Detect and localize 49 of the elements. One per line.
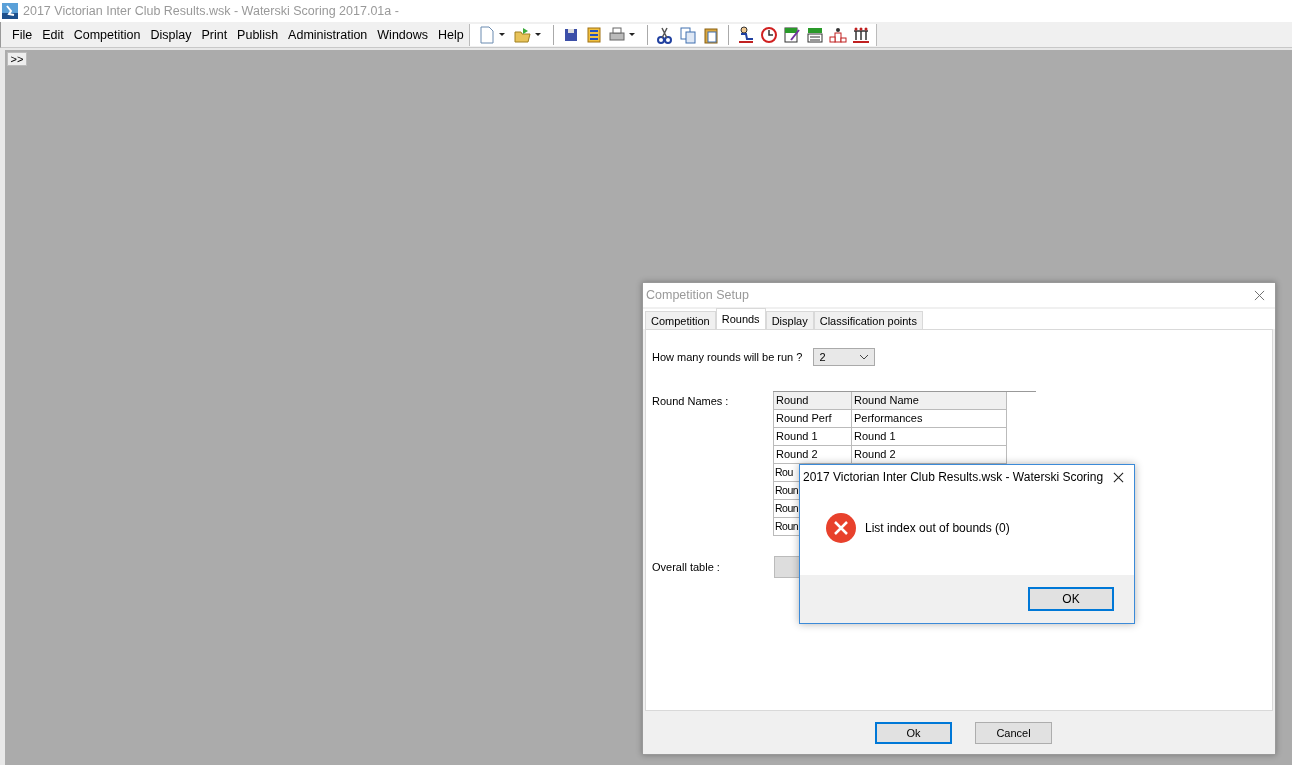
menu-item[interactable]: Edit — [37, 27, 69, 42]
tab[interactable]: Classification points — [813, 311, 923, 329]
podium-icon[interactable] — [828, 25, 847, 44]
table-cell: Roun — [775, 502, 799, 514]
table-cell: Round 2 — [852, 446, 1007, 463]
table-cell: Round Perf — [774, 410, 852, 427]
list-icon[interactable] — [584, 25, 603, 44]
menu-item[interactable]: Administration — [283, 27, 373, 42]
window-title: 2017 Victorian Inter Club Results.wsk - Waterski Scoring 2017.01a - — [23, 4, 399, 18]
menu-item[interactable]: Publish — [232, 27, 284, 42]
dialog-title: Competition Setup — [646, 288, 749, 302]
toggle-button[interactable]: >> — [7, 52, 27, 66]
close-icon[interactable] — [1113, 471, 1124, 483]
table-cell: Performances — [852, 410, 1007, 427]
menu-item[interactable]: Windows — [372, 27, 434, 42]
table-cell: Roun — [775, 484, 799, 496]
ok-button[interactable]: OK — [1028, 587, 1114, 611]
field-label: Round Names : — [652, 395, 730, 409]
ok-button[interactable]: Ok — [875, 721, 952, 744]
menu-item[interactable]: Competition — [68, 27, 146, 42]
message-title: 2017 Victorian Inter Club Results.wsk - Waterski Scoring — [803, 470, 1104, 484]
caret-icon[interactable] — [628, 32, 635, 37]
column-header: Round Name — [852, 392, 1007, 409]
menu-item[interactable]: Display — [145, 27, 197, 42]
table-cell: Rou — [775, 466, 793, 478]
error-message: List index out of bounds (0) — [865, 521, 1010, 535]
menu-item[interactable]: Print — [196, 27, 233, 42]
chevron-icon — [859, 354, 870, 360]
table-cell: Round 1 — [774, 428, 852, 445]
tab[interactable]: Competition — [645, 311, 716, 329]
scissors-icon[interactable] — [655, 25, 674, 44]
column-header: Round — [774, 392, 852, 409]
table-cell: Round 2 — [774, 446, 852, 463]
cancel-button[interactable]: Cancel — [975, 721, 1052, 744]
error-icon — [826, 513, 856, 543]
paste-icon[interactable] — [701, 25, 720, 44]
menu-item[interactable]: Help — [433, 27, 469, 42]
field-label: Overall table : — [652, 561, 720, 573]
caret-icon[interactable] — [534, 32, 541, 37]
clock-icon[interactable] — [759, 25, 778, 44]
rounds-dropdown[interactable]: 2 — [813, 348, 876, 366]
printer-icon[interactable] — [607, 25, 626, 44]
tab[interactable]: Rounds — [715, 308, 766, 329]
tab[interactable]: Display — [765, 311, 814, 329]
table-cell: Round 1 — [852, 428, 1007, 445]
menu-item[interactable]: File — [7, 27, 38, 42]
table-cell: Roun — [775, 520, 799, 532]
field-label: How many rounds will be run ? — [652, 351, 803, 363]
caret-icon[interactable] — [498, 32, 505, 37]
